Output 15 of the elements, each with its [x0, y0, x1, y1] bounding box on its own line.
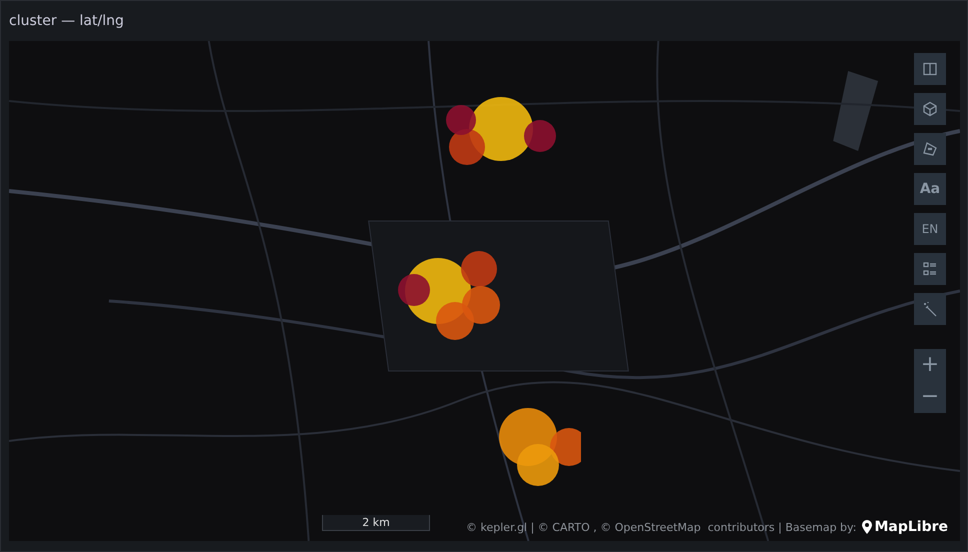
panel-title: cluster — lat/lng	[9, 13, 124, 29]
map-control-button[interactable]: EN	[914, 213, 946, 245]
wand-icon	[922, 301, 938, 317]
map-control-button[interactable]	[914, 93, 946, 125]
cube-icon	[922, 101, 938, 117]
map-control-button[interactable]: Aa	[914, 173, 946, 205]
scale-bar: 2 km	[322, 515, 430, 531]
legend-icon	[922, 261, 938, 277]
map-control-button[interactable]	[914, 253, 946, 285]
map-control-button[interactable]	[914, 53, 946, 85]
maplibre-logo: MapLibre	[862, 519, 948, 535]
attribution-text: © kepler.gl | © CARTO , © OpenStreetMap contributors | Basemap by:	[466, 520, 856, 534]
map-control-button[interactable]	[914, 133, 946, 165]
book-icon	[922, 61, 938, 77]
polygon-icon	[922, 141, 938, 157]
